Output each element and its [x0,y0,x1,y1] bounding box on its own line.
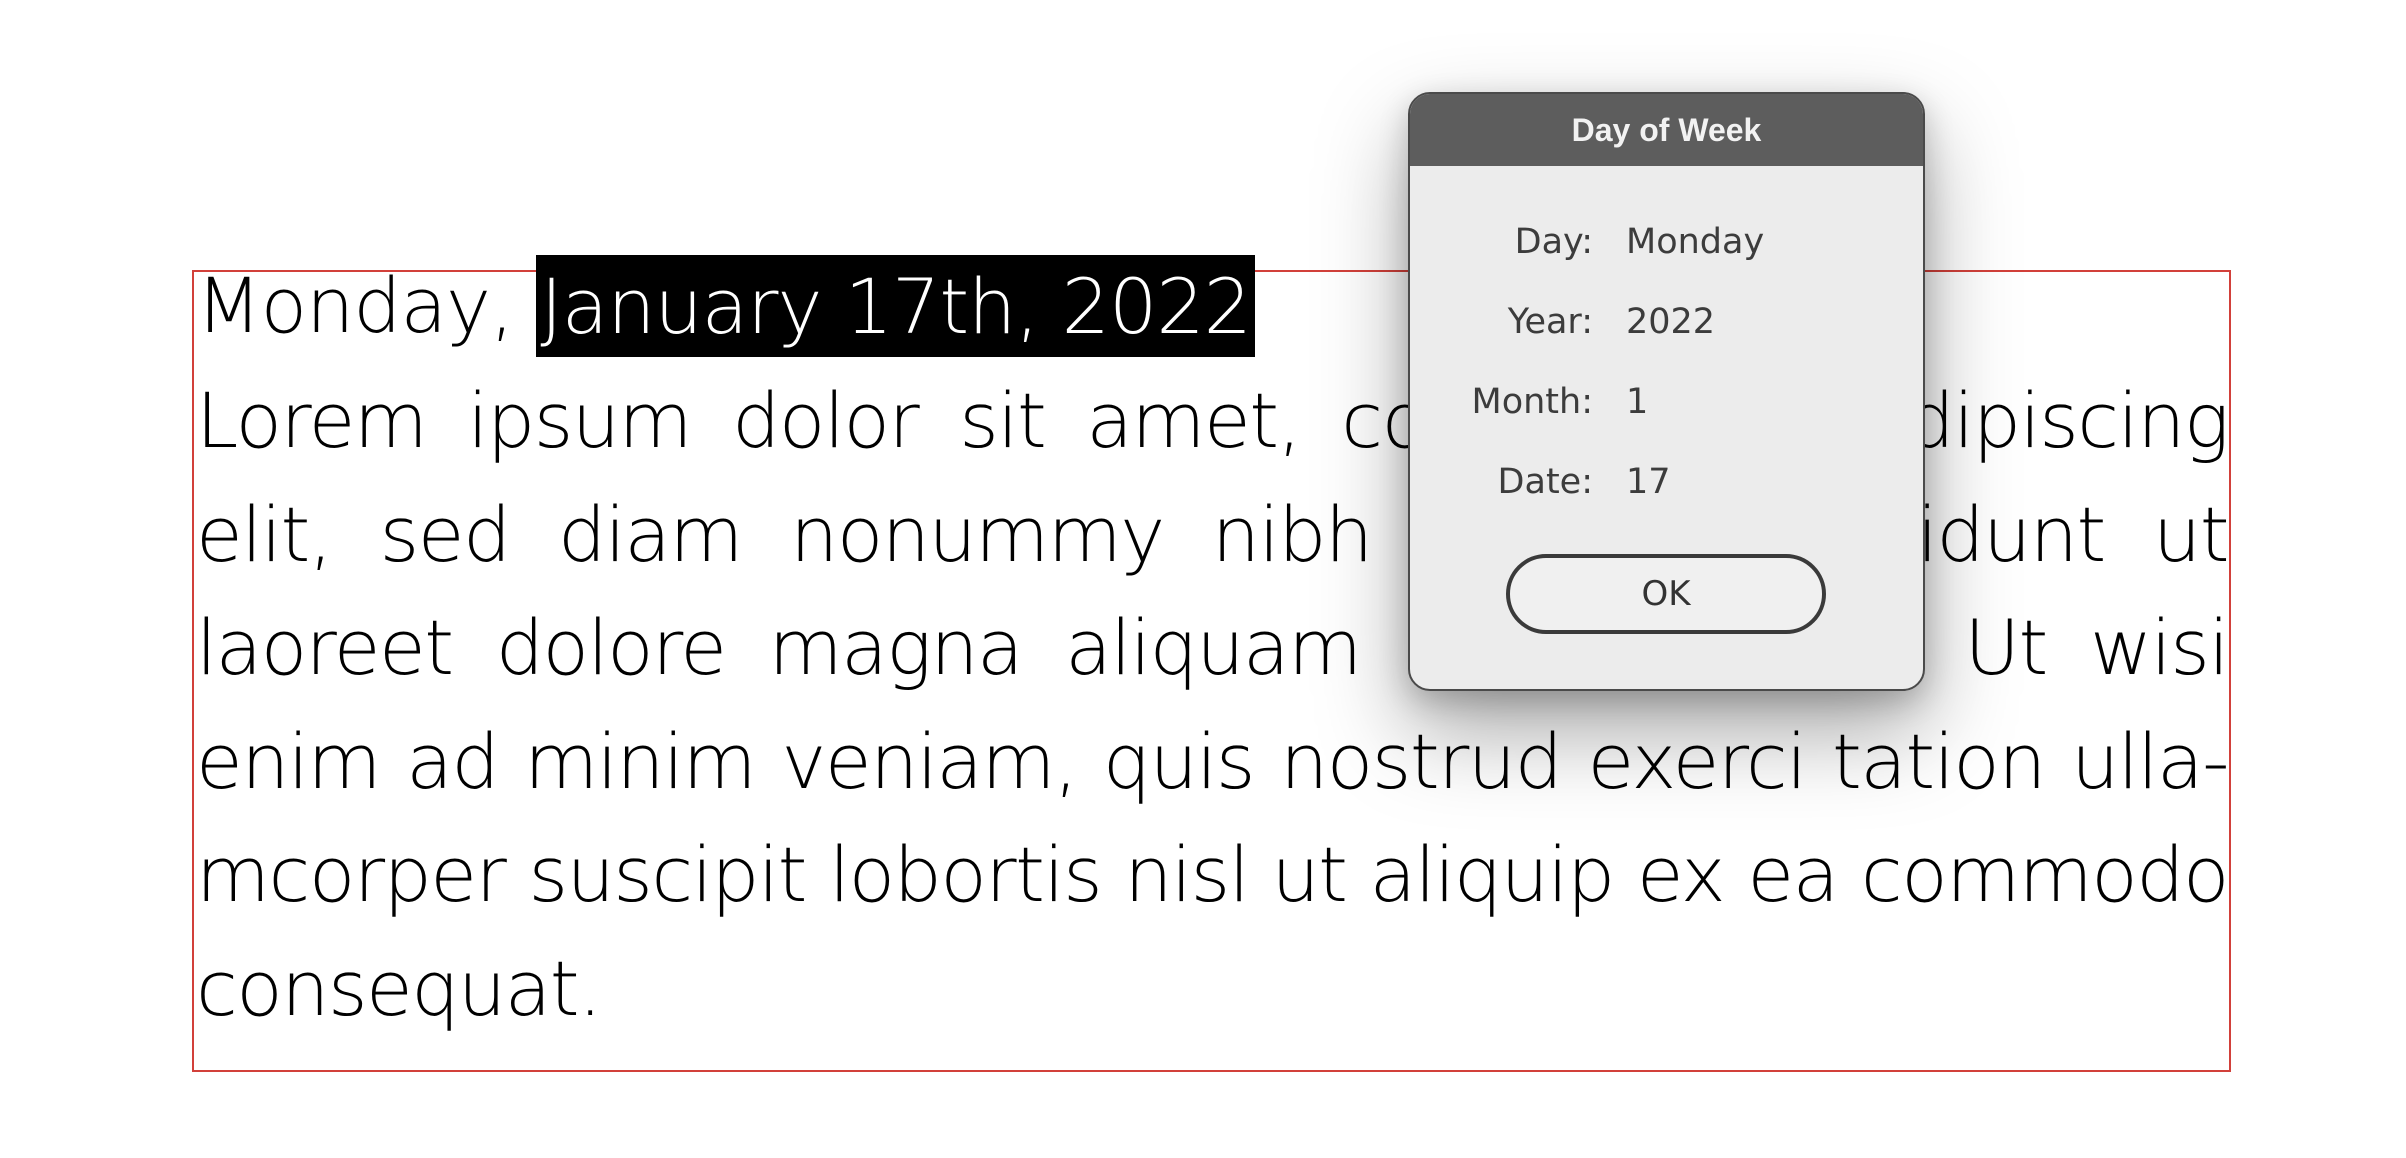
month-value: 1 [1626,382,1649,422]
selected-date-text[interactable]: January 17th, 2022 [536,255,1256,357]
date-prefix[interactable]: Monday, [196,246,536,366]
date-label: Date: [1497,462,1593,502]
month-label: Month: [1471,382,1594,422]
field-row-year: Year: 2022 [1410,294,1923,350]
dialog-title: Day of Week [1410,94,1923,166]
field-row-day: Day: Monday [1410,214,1923,270]
day-of-week-dialog: Day of Week Day: Monday Year: 2022 Month… [1408,92,1925,691]
body-line[interactable]: consequat. [196,932,2228,1046]
day-value: Monday [1626,222,1765,262]
body-line[interactable]: mcorper suscipit lobortis nisl ut aliqui… [196,818,2228,932]
body-line[interactable]: enim ad minim veniam, quis nostrud exerc… [196,705,2228,819]
date-heading[interactable]: Monday, January 17th, 2022 [196,246,1256,366]
date-value: 17 [1626,462,1671,502]
field-row-date: Date: 17 [1410,454,1923,510]
year-label: Year: [1507,302,1593,342]
year-value: 2022 [1626,302,1716,342]
field-row-month: Month: 1 [1410,374,1923,430]
ok-button[interactable]: OK [1506,554,1826,634]
day-label: Day: [1514,222,1593,262]
